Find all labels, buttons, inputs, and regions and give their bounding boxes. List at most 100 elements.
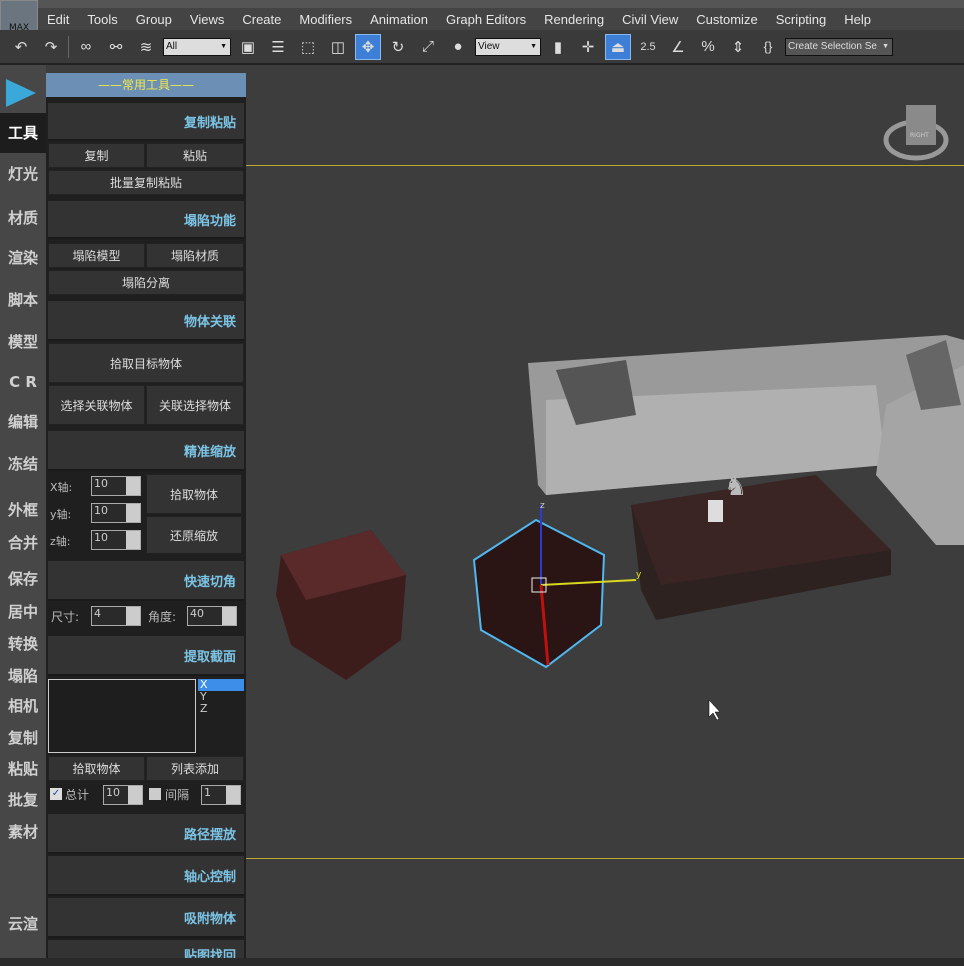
viewcube[interactable]: RIGHT: [883, 105, 949, 161]
select-linked-button[interactable]: 选择关联物体: [48, 385, 145, 425]
move-icon[interactable]: ✥: [355, 33, 381, 60]
chamfer-header[interactable]: 快速切角: [48, 561, 244, 601]
snap-header[interactable]: 吸附物体: [48, 898, 244, 938]
sidebar-item[interactable]: 素材: [0, 821, 46, 842]
size-spinner[interactable]: 4: [91, 606, 141, 626]
collapse-model-button[interactable]: 塌陷模型: [48, 243, 145, 268]
link-header[interactable]: 物体关联: [48, 301, 244, 341]
rotate-icon[interactable]: ↻: [385, 34, 411, 60]
section-object-list[interactable]: [48, 679, 196, 753]
unlink-icon[interactable]: ⚯: [103, 34, 129, 60]
sidebar-item[interactable]: 冻结: [0, 453, 46, 474]
named-selection-input[interactable]: Create Selection Se: [785, 37, 893, 56]
copy-paste-header[interactable]: 复制粘贴: [48, 103, 244, 141]
sidebar-item[interactable]: 转换: [0, 633, 46, 654]
sidebar-item[interactable]: 复制: [0, 727, 46, 748]
x-axis-spinner[interactable]: 10: [91, 476, 141, 496]
menu-views[interactable]: Views: [181, 12, 233, 27]
placement-icon[interactable]: ●: [445, 34, 471, 60]
sidebar-item[interactable]: 合并: [0, 532, 46, 553]
section-header[interactable]: 提取截面: [48, 636, 244, 676]
sidebar-item[interactable]: C R: [0, 373, 46, 391]
sidebar-item[interactable]: 灯光: [0, 163, 46, 184]
sidebar-item[interactable]: 材质: [0, 207, 46, 228]
menu-scripting[interactable]: Scripting: [767, 12, 836, 27]
collapse-header[interactable]: 塌陷功能: [48, 201, 244, 239]
add-to-list-button[interactable]: 列表添加: [146, 756, 244, 781]
menu-animation[interactable]: Animation: [361, 12, 437, 27]
axis-list[interactable]: X Y Z: [198, 679, 244, 715]
rectangular-selection-icon[interactable]: ⬚: [295, 34, 321, 60]
sidebar-item[interactable]: 相机: [0, 695, 46, 716]
sidebar-item[interactable]: 塌陷: [0, 665, 46, 686]
paste-button[interactable]: 粘贴: [146, 143, 244, 168]
section-pick-object-button[interactable]: 拾取物体: [48, 756, 145, 781]
menu-rendering[interactable]: Rendering: [535, 12, 613, 27]
sidebar-item[interactable]: 批复: [0, 789, 46, 810]
interval-spinner[interactable]: 1: [201, 785, 241, 805]
sidebar-item[interactable]: 外框: [0, 499, 46, 520]
reference-coord-dropdown[interactable]: View: [475, 37, 541, 56]
select-object-icon[interactable]: ▣: [235, 34, 261, 60]
total-checkbox[interactable]: ✓: [50, 788, 62, 800]
scale-pick-object-button[interactable]: 拾取物体: [146, 474, 242, 514]
pick-target-button[interactable]: 拾取目标物体: [48, 343, 244, 383]
menu-create[interactable]: Create: [233, 12, 290, 27]
menu-modifiers[interactable]: Modifiers: [290, 12, 361, 27]
size-label: 尺寸:: [51, 610, 80, 624]
bind-spacewarp-icon[interactable]: ≋: [133, 34, 159, 60]
snap-label: 2.5: [640, 40, 656, 53]
ottoman-left[interactable]: [276, 530, 406, 680]
total-spinner[interactable]: 10: [103, 785, 143, 805]
selection-filter-dropdown[interactable]: All: [163, 37, 231, 56]
pivot-center-icon[interactable]: ▮: [545, 34, 571, 60]
snap-toggle-icon[interactable]: 2.5: [635, 34, 661, 60]
path-header[interactable]: 路径摆放: [48, 814, 244, 854]
z-axis-spinner[interactable]: 10: [91, 530, 141, 550]
link-icon[interactable]: ∞: [73, 34, 99, 60]
sidebar-item[interactable]: 模型: [0, 331, 46, 352]
pivot-header[interactable]: 轴心控制: [48, 856, 244, 896]
interval-checkbox[interactable]: [149, 788, 161, 800]
reset-scale-button[interactable]: 还原缩放: [146, 516, 242, 554]
viewport[interactable]: RIGHT ♞ y z: [246, 65, 964, 958]
percent-snap-icon[interactable]: %: [695, 34, 721, 60]
coffee-table[interactable]: ♞: [631, 472, 891, 620]
sidebar-item[interactable]: 云渲: [0, 913, 46, 934]
menu-edit[interactable]: Edit: [38, 12, 78, 27]
axis-option-z[interactable]: Z: [198, 703, 244, 715]
scale-icon[interactable]: ⤢: [415, 34, 441, 60]
redo-icon[interactable]: ↷: [38, 34, 64, 60]
menu-group[interactable]: Group: [127, 12, 181, 27]
menu-tools[interactable]: Tools: [78, 12, 126, 27]
sidebar-item[interactable]: 粘贴: [0, 758, 46, 779]
menu-help[interactable]: Help: [835, 12, 880, 27]
select-by-name-icon[interactable]: ☰: [265, 34, 291, 60]
angle-snap-icon[interactable]: ∠: [665, 34, 691, 60]
undo-icon[interactable]: ↶: [8, 34, 34, 60]
keyboard-shortcut-override-icon[interactable]: ⏏: [605, 33, 631, 60]
menu-civil-view[interactable]: Civil View: [613, 12, 687, 27]
menu-customize[interactable]: Customize: [687, 12, 766, 27]
angle-spinner[interactable]: 40: [187, 606, 237, 626]
link-selected-button[interactable]: 关联选择物体: [146, 385, 244, 425]
menu-graph-editors[interactable]: Graph Editors: [437, 12, 535, 27]
y-axis-spinner[interactable]: 10: [91, 503, 141, 523]
scale-header[interactable]: 精准缩放: [48, 431, 244, 471]
max-logo-button[interactable]: MAX: [0, 0, 38, 33]
sidebar-item[interactable]: 编辑: [0, 411, 46, 432]
copy-button[interactable]: 复制: [48, 143, 145, 168]
sidebar-item[interactable]: 保存: [0, 568, 46, 589]
sidebar-item[interactable]: 工具: [0, 113, 46, 153]
collapse-separate-button[interactable]: 塌陷分离: [48, 270, 244, 295]
spinner-snap-icon[interactable]: ⇕: [725, 34, 751, 60]
sidebar-item[interactable]: 居中: [0, 601, 46, 622]
sidebar-item[interactable]: 脚本: [0, 289, 46, 310]
sidebar-item[interactable]: 渲染: [0, 247, 46, 268]
collapse-material-button[interactable]: 塌陷材质: [146, 243, 244, 268]
window-crossing-icon[interactable]: ◫: [325, 34, 351, 60]
ottoman-selected[interactable]: y z: [472, 501, 642, 669]
select-manipulate-icon[interactable]: ✛: [575, 34, 601, 60]
batch-copy-paste-button[interactable]: 批量复制粘贴: [48, 170, 244, 195]
edit-named-selection-icon[interactable]: {}: [755, 34, 781, 60]
